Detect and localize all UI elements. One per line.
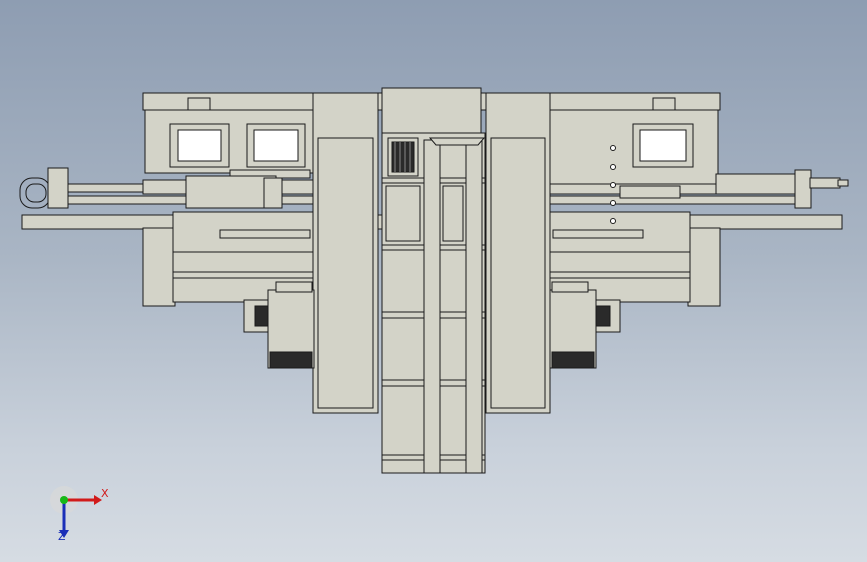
right-side-frame	[485, 92, 551, 414]
z-axis-label: Z	[58, 530, 66, 543]
graphics-viewport[interactable]: X Z	[0, 0, 867, 562]
left-side-frame	[312, 92, 379, 414]
machine-model[interactable]	[0, 0, 867, 562]
x-axis-label: X	[101, 487, 109, 500]
